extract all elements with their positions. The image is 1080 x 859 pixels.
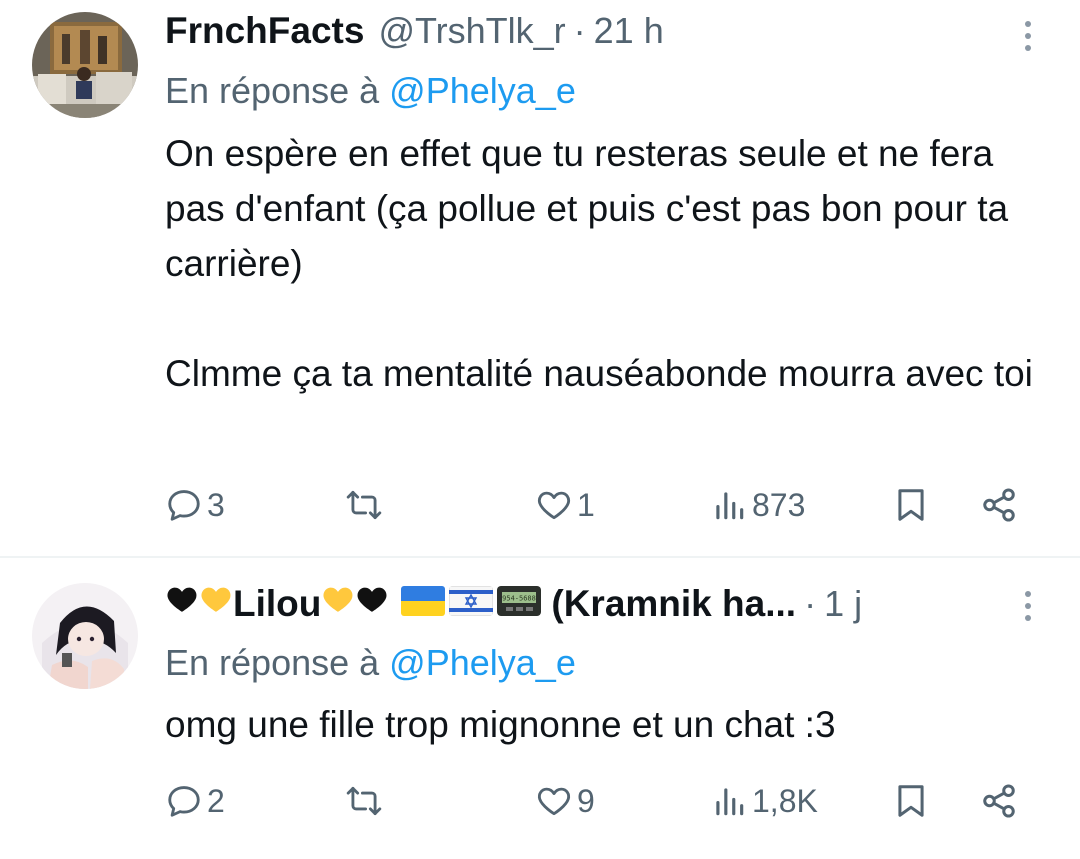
- bookmark-icon: [898, 785, 924, 817]
- tweet-text: On espère en effet que tu resteras seule…: [165, 133, 1033, 394]
- reply-context: En réponse à @Phelya_e: [165, 70, 576, 112]
- reply-prefix: En réponse à: [165, 642, 380, 683]
- share-icon: [983, 488, 1015, 522]
- action-bar: 2 9 1,8K: [165, 776, 1035, 826]
- reply-prefix: En réponse à: [165, 70, 380, 111]
- more-options-icon[interactable]: [1018, 18, 1038, 58]
- share-icon: [983, 784, 1015, 818]
- separator-dot: ·: [573, 10, 586, 51]
- tweet[interactable]: FrnchFacts @TrshTlk_r · 21 h En réponse …: [0, 0, 1080, 556]
- share-button[interactable]: [980, 776, 1018, 826]
- yellow-heart-icon: [201, 587, 231, 612]
- views-count: 873: [752, 486, 806, 523]
- views-icon: [716, 788, 744, 816]
- black-heart-icon: [167, 587, 197, 612]
- pager-icon: 954-5688: [497, 586, 542, 616]
- reply-count: 3: [207, 486, 225, 523]
- views-count: 1,8K: [752, 782, 818, 819]
- timestamp[interactable]: 21 h: [594, 10, 664, 52]
- heart-icon: [537, 787, 571, 816]
- avatar[interactable]: [32, 583, 138, 689]
- timestamp[interactable]: 1 j: [824, 583, 862, 625]
- ukraine-flag-icon: [401, 586, 446, 616]
- pager-text: 954-5688: [503, 595, 537, 603]
- views-icon: [716, 492, 744, 520]
- like-button[interactable]: 9: [535, 776, 595, 826]
- reply-mention-link[interactable]: @Phelya_e: [389, 642, 576, 683]
- tweet-text: omg une fille trop mignonne et un chat :…: [165, 704, 836, 745]
- tweet[interactable]: Lilou 954-5688 (Kramnik ha... · 1 j En r…: [0, 556, 1080, 859]
- bookmark-button[interactable]: [892, 776, 930, 826]
- like-button[interactable]: 1: [535, 480, 595, 530]
- like-count: 9: [577, 782, 595, 819]
- views-button[interactable]: 873: [710, 480, 805, 530]
- reply-count: 2: [207, 782, 225, 819]
- display-name[interactable]: FrnchFacts: [165, 10, 364, 52]
- reply-button[interactable]: 2: [165, 776, 225, 826]
- israel-flag-icon: [449, 586, 494, 616]
- tweet-header: FrnchFacts @TrshTlk_r · 21 h: [165, 10, 990, 54]
- bookmark-button[interactable]: [892, 480, 930, 530]
- retweet-button[interactable]: [345, 776, 387, 826]
- retweet-icon: [346, 786, 382, 816]
- tweet-header: Lilou 954-5688 (Kramnik ha... · 1 j: [165, 582, 990, 626]
- separator-dot: ·: [804, 583, 817, 624]
- action-bar: 3 1 873: [165, 480, 1035, 530]
- reply-mention-link[interactable]: @Phelya_e: [389, 70, 576, 111]
- black-heart-icon: [357, 587, 387, 612]
- avatar[interactable]: [32, 12, 138, 118]
- yellow-heart-icon: [323, 587, 353, 612]
- retweet-icon: [346, 490, 382, 520]
- retweet-button[interactable]: [345, 480, 387, 530]
- heart-icon: [537, 491, 571, 520]
- reply-icon: [168, 786, 200, 817]
- reply-icon: [168, 490, 200, 521]
- more-options-icon[interactable]: [1018, 588, 1038, 628]
- display-name[interactable]: Lilou: [233, 583, 321, 625]
- share-button[interactable]: [980, 480, 1018, 530]
- handle[interactable]: @TrshTlk_r: [378, 10, 565, 52]
- bookmark-icon: [898, 489, 924, 521]
- display-name-suffix[interactable]: (Kramnik ha...: [551, 583, 796, 625]
- reply-button[interactable]: 3: [165, 480, 225, 530]
- views-button[interactable]: 1,8K: [710, 776, 818, 826]
- like-count: 1: [577, 486, 595, 523]
- reply-context: En réponse à @Phelya_e: [165, 642, 576, 684]
